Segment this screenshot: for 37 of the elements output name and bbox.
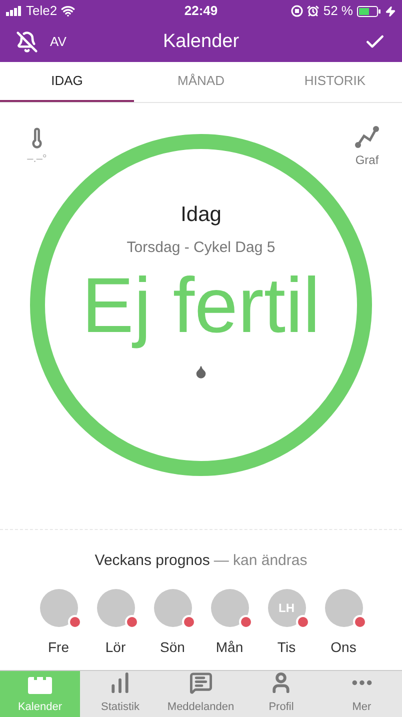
day-label: Fre [48,638,69,656]
graph-icon [354,125,380,149]
fertility-status: Ej fertil [82,260,320,351]
nav-tab[interactable]: Profil [241,671,322,717]
clock-time: 22:49 [184,2,218,20]
nav-tab[interactable]: Kalender [0,671,80,717]
drop-icon [194,364,208,379]
day-label: Sön [160,638,185,656]
screen-title: Kalender [162,30,240,54]
temperature-value: –.–° [27,152,47,167]
battery-icon [357,6,381,16]
tab[interactable]: MÅNAD [134,62,268,102]
tab[interactable]: HISTORIK [268,62,402,102]
day-label: Ons [330,638,356,656]
rotation-lock-icon [291,5,304,17]
forecast-title: Veckans prognos [94,551,210,571]
tab[interactable]: IDAG [0,62,134,102]
wifi-icon [61,4,76,18]
day-label: Tis [277,638,296,656]
more-icon [350,680,373,686]
day-heading: Idag [180,202,222,228]
graph-button[interactable]: Graf [354,125,380,169]
alarm-toggle[interactable]: AV [16,31,96,53]
message-icon [188,671,213,694]
nav-tab[interactable]: Meddelanden [160,671,241,717]
day-label: Mån [216,638,244,656]
forecast-note: — kan ändras [214,551,308,571]
carrier-name: Tele2 [26,2,58,20]
cycle-day-text: Torsdag - Cykel Dag 5 [126,238,276,258]
charging-icon [385,6,396,16]
nav-tab[interactable]: Mer [322,671,402,717]
day-label: Lör [105,638,126,656]
nav-tab[interactable]: Statistik [80,671,160,717]
alarm-icon [307,5,320,17]
signal-icon [6,6,22,16]
bell-off-icon [16,31,38,53]
battery-percent: 52 % [323,2,353,20]
